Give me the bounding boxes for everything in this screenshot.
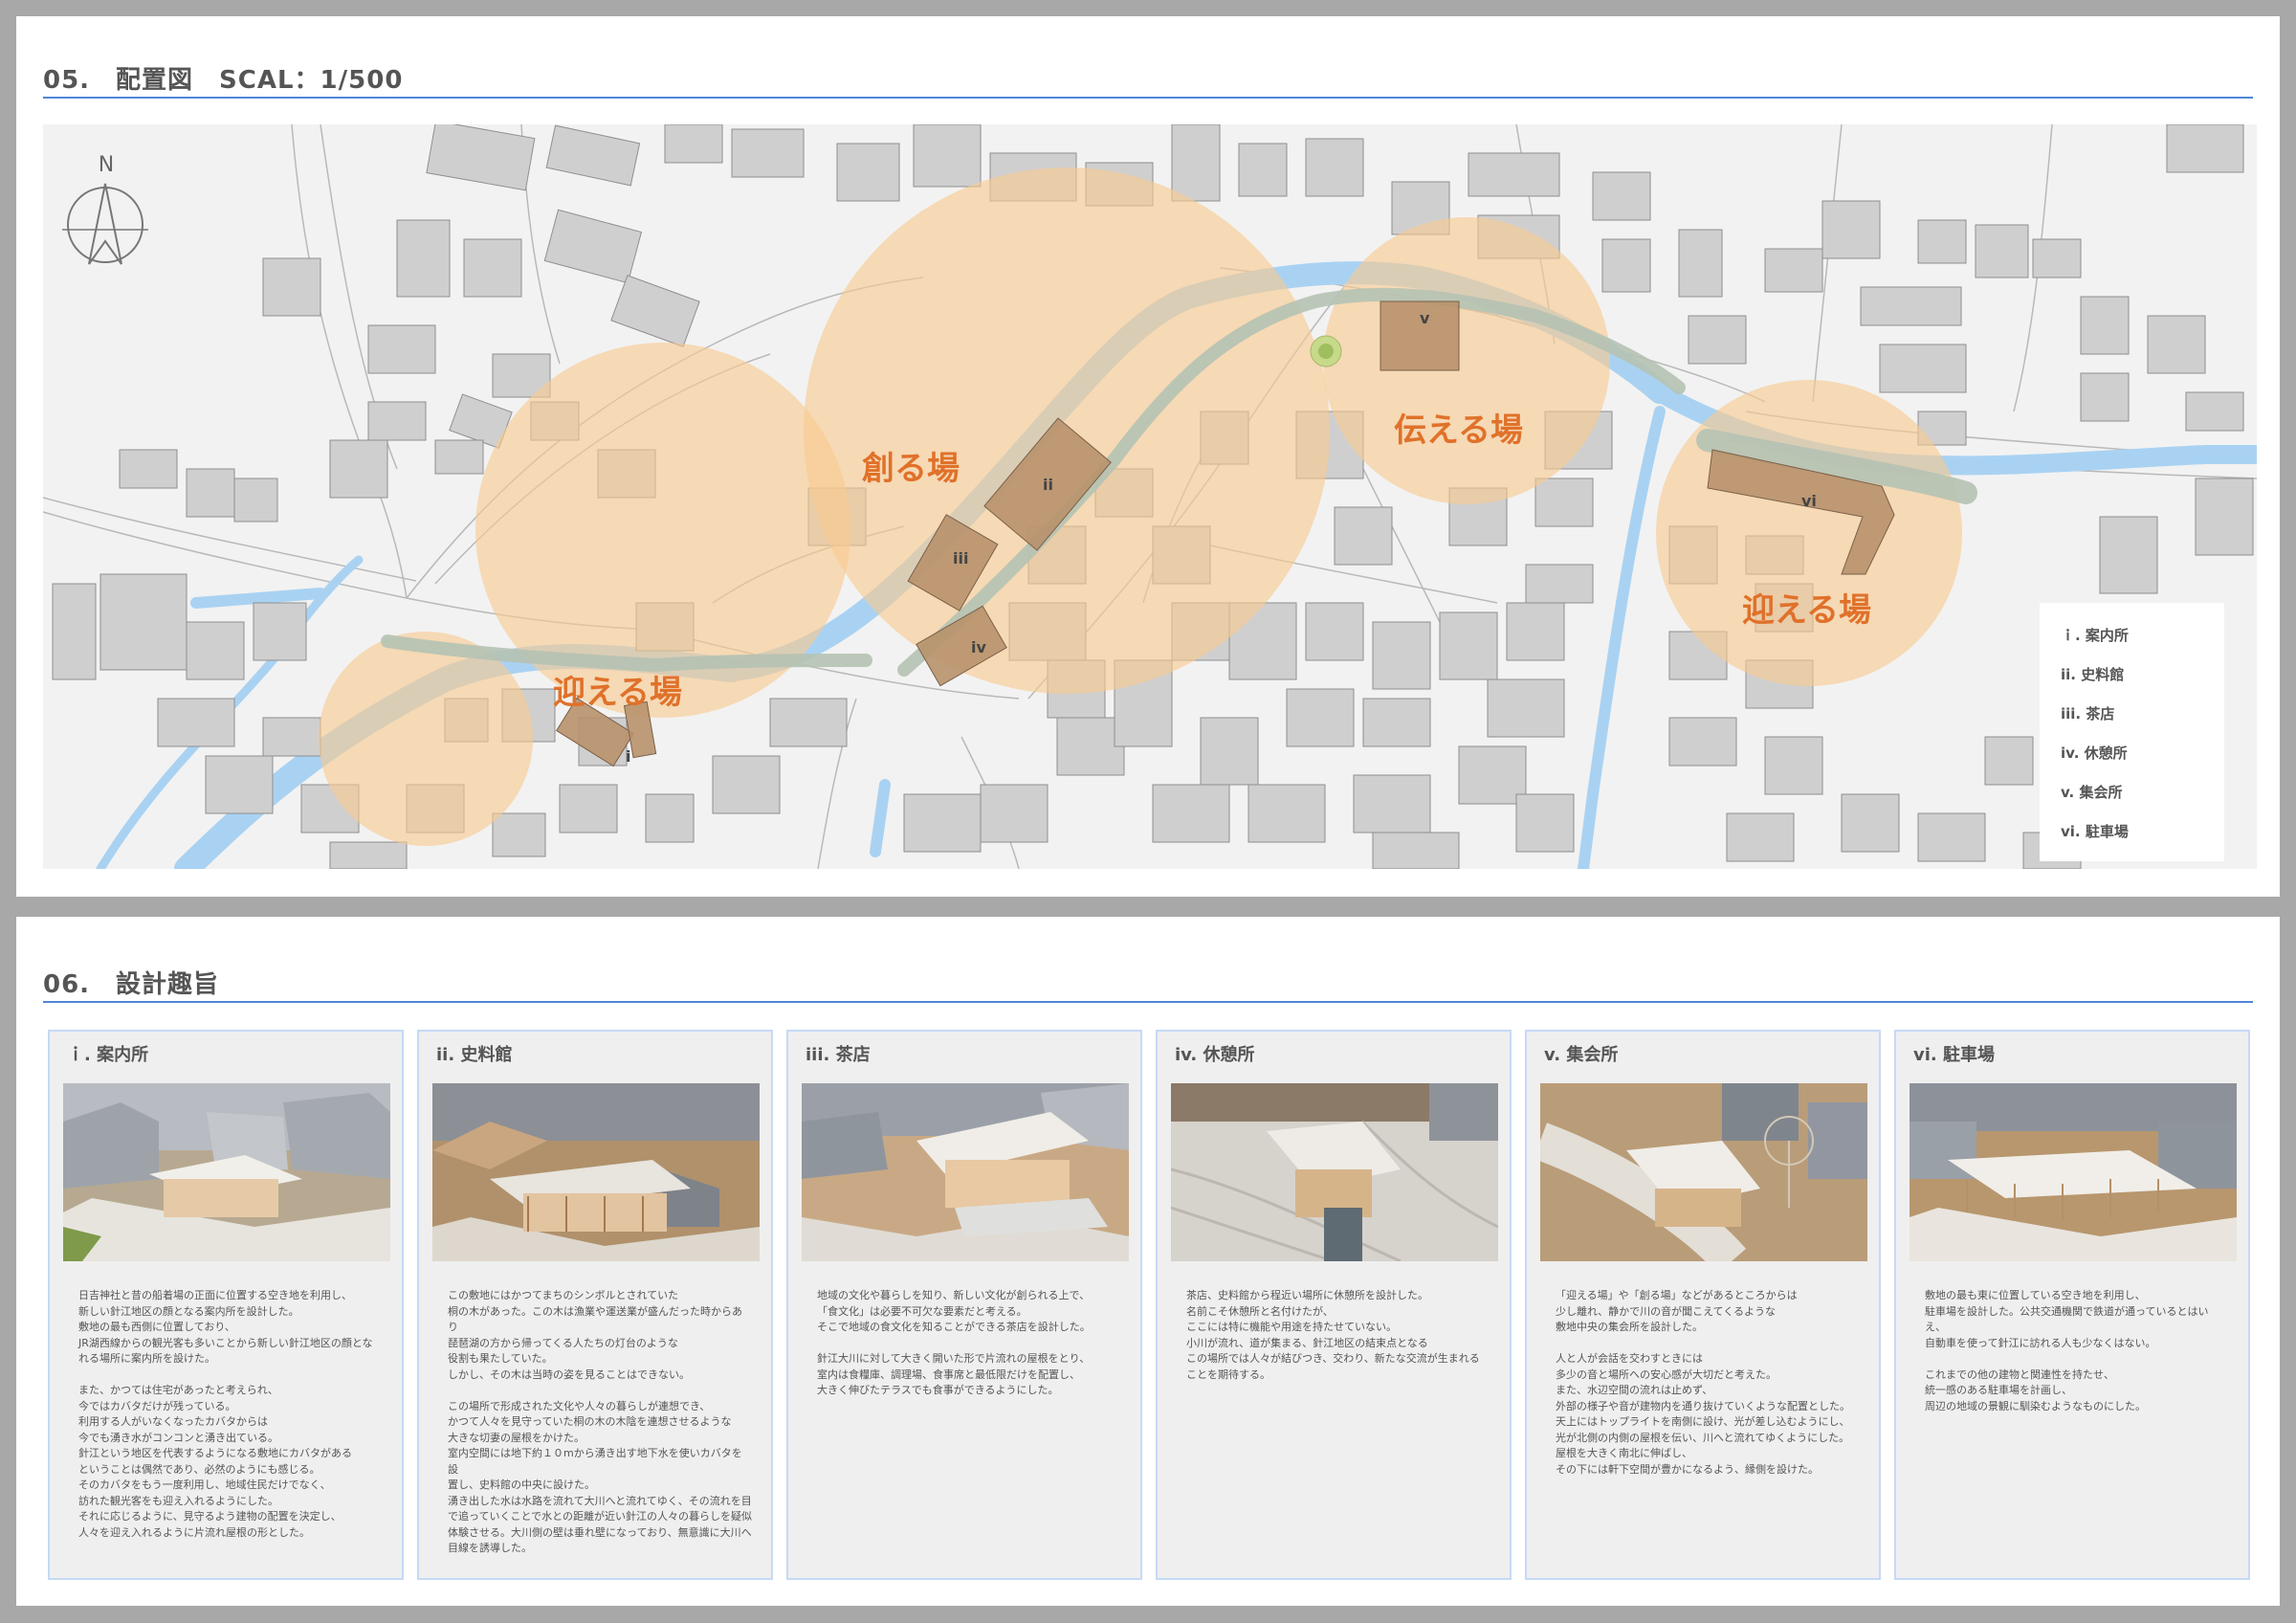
- model-photo: [1171, 1083, 1498, 1261]
- model-photo: [802, 1083, 1129, 1261]
- design-intent-title: 06. 設計趣旨: [43, 970, 220, 999]
- site-plan-title: 05. 配置図 SCAL：1/500: [43, 66, 404, 95]
- card-information-center: ｉ. 案内所 日吉神社と昔の船着場の正面に位置する空き地を利用し、 新しい針江地…: [48, 1030, 404, 1580]
- card-museum: ii. 史料館 この敷地にはかつてまちのシンボルとされていた 桐の木があった。こ…: [417, 1030, 773, 1580]
- card-description: 敷地の最も東に位置している空き地を利用し、 駐車場を設計した。公共交通機関で鉄道…: [1925, 1289, 2209, 1412]
- building-label-vi: vi: [1801, 492, 1817, 510]
- site-map: N 創る場 伝える場 迎える場 迎える場 i ii iii iv v vi ｉ.…: [43, 124, 2257, 869]
- card-description: この敷地にはかつてまちのシンボルとされていた 桐の木があった。この木は漁業や運送…: [448, 1289, 753, 1554]
- card-title: ｉ. 案内所: [67, 1045, 149, 1065]
- card-description: 「迎える場」や「創る場」などがあるところからは 少し離れ、静かで川の音が聞こえて…: [1556, 1289, 1850, 1476]
- design-intent-panel: 06. 設計趣旨 ｉ. 案内所 日吉神社と昔の船着場の正面に位置する空き地を利用…: [16, 917, 2280, 1606]
- legend-item: ii. 史料館: [2061, 666, 2125, 683]
- zone-label-create: 創る場: [862, 450, 960, 488]
- map-legend: ｉ. 案内所 ii. 史料館 iii. 茶店 iv. 休憩所 v. 集会所 vi…: [2040, 603, 2224, 861]
- card-title: iv. 休憩所: [1175, 1045, 1255, 1065]
- card-description: 日吉神社と昔の船着場の正面に位置する空き地を利用し、 新しい針江地区の顔となる案…: [78, 1289, 373, 1539]
- model-photo: [1910, 1083, 2237, 1261]
- building-label-iv: iv: [971, 638, 986, 656]
- zone-label-welcome-east: 迎える場: [1742, 591, 1871, 630]
- model-photo: [1540, 1083, 1867, 1261]
- card-title: vi. 駐車場: [1913, 1045, 1996, 1065]
- card-rest-area: iv. 休憩所 茶店、史料館から程近い場所に休憩所を設計した。 名前こそ休憩所と…: [1156, 1030, 1512, 1580]
- compass-rose: [62, 183, 148, 265]
- legend-item: iii. 茶店: [2061, 705, 2115, 723]
- card-assembly-hall: v. 集会所 「迎える場」や「創る場」などがあるところからは 少し離れ、静かで川…: [1525, 1030, 1881, 1580]
- north-label: N: [98, 153, 115, 177]
- card-parking: vi. 駐車場 敷地の最も東に位置している空き地を利用し、 駐車場を設計した。公…: [1894, 1030, 2250, 1580]
- title-rule: [43, 1001, 2253, 1003]
- building-label-ii: ii: [1043, 476, 1053, 494]
- tree-icon: [1310, 335, 1342, 367]
- card-description: 地域の文化や暮らしを知り、新しい文化が創られる上で、 「食文化」は必要不可欠な要…: [817, 1289, 1091, 1396]
- card-title: ii. 史料館: [436, 1045, 513, 1065]
- title-rule: [43, 97, 2253, 99]
- model-photo: [63, 1083, 390, 1261]
- zone-label-convey: 伝える場: [1394, 411, 1523, 450]
- model-photo: [432, 1083, 760, 1261]
- site-plan-panel: 05. 配置図 SCAL：1/500 N 創る場 伝える場 迎える場 迎える場 …: [16, 16, 2280, 897]
- zone-label-welcome-west: 迎える場: [553, 674, 682, 712]
- building-label-iii: iii: [953, 549, 969, 567]
- card-title: v. 集会所: [1544, 1045, 1619, 1065]
- building-label-v: v: [1420, 309, 1430, 327]
- legend-item: vi. 駐車場: [2061, 823, 2129, 840]
- card-tea-house: iii. 茶店 地域の文化や暮らしを知り、新しい文化が創られる上で、 「食文化」…: [786, 1030, 1142, 1580]
- building-label-i: i: [626, 747, 631, 766]
- card-title: iii. 茶店: [806, 1045, 871, 1065]
- legend-item: ｉ. 案内所: [2061, 627, 2129, 644]
- legend-item: v. 集会所: [2061, 784, 2123, 801]
- map-drawing: [43, 124, 2257, 869]
- card-description: 茶店、史料館から程近い場所に休憩所を設計した。 名前こそ休憩所と名付けたが、 こ…: [1186, 1289, 1480, 1381]
- legend-item: iv. 休憩所: [2061, 745, 2128, 762]
